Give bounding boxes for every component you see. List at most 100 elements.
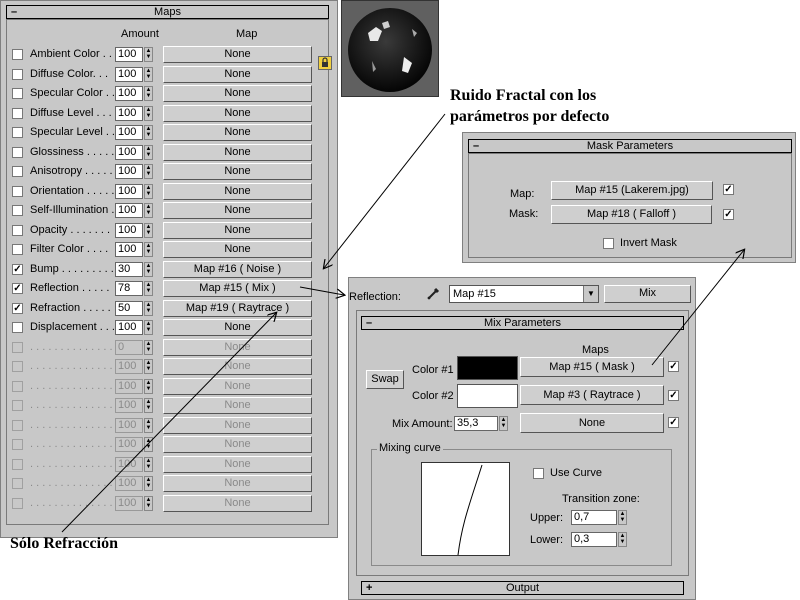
map-slot-button[interactable]: Map #16 ( Noise )	[163, 261, 312, 278]
map-amount-spinner[interactable]: ▲ ▼	[144, 281, 153, 296]
map-slot-button[interactable]: None	[163, 183, 312, 200]
map-slot-button[interactable]: None	[163, 456, 312, 473]
mix-amount-spinner[interactable]: ▲ ▼	[499, 416, 508, 431]
color1-map-checkbox[interactable]: ✓	[668, 361, 679, 372]
map-enable-checkbox[interactable]	[12, 49, 23, 60]
map-enable-checkbox[interactable]	[12, 478, 23, 489]
output-rollout-header[interactable]: + Output	[361, 581, 684, 595]
map-amount-spinner[interactable]: ▲ ▼	[144, 359, 153, 374]
mix-amount-field[interactable]: 35,3	[454, 416, 498, 431]
map-amount-field[interactable]: 100	[115, 496, 143, 511]
mask-rollout-header[interactable]: – Mask Parameters	[468, 139, 792, 153]
upper-field[interactable]: 0,7	[571, 510, 617, 525]
map-enable-checkbox[interactable]	[12, 400, 23, 411]
map-slot-button[interactable]: None	[163, 105, 312, 122]
map-enable-checkbox[interactable]	[12, 459, 23, 470]
map-slot-button[interactable]: None	[163, 124, 312, 141]
use-curve-checkbox[interactable]	[533, 468, 544, 479]
map-amount-spinner[interactable]: ▲ ▼	[144, 496, 153, 511]
map-slot-button[interactable]: None	[163, 163, 312, 180]
map-slot-button[interactable]: None	[163, 417, 312, 434]
map-amount-spinner[interactable]: ▲ ▼	[144, 242, 153, 257]
map-amount-field[interactable]: 100	[115, 379, 143, 394]
map-slot-button[interactable]: Map #15 ( Mix )	[163, 280, 312, 297]
lower-spinner[interactable]: ▲ ▼	[618, 532, 627, 547]
map-enable-checkbox[interactable]	[12, 381, 23, 392]
map-amount-spinner[interactable]: ▲ ▼	[144, 262, 153, 277]
mask-map-button[interactable]: Map #15 (Lakerem.jpg)	[551, 181, 713, 200]
map-amount-spinner[interactable]: ▲ ▼	[144, 203, 153, 218]
map-enable-checkbox[interactable]	[12, 69, 23, 80]
color1-swatch[interactable]	[457, 356, 518, 380]
map-enable-checkbox[interactable]: ✓	[12, 264, 23, 275]
map-amount-field[interactable]: 100	[115, 320, 143, 335]
map-slot-button[interactable]: None	[163, 397, 312, 414]
map-amount-spinner[interactable]: ▲ ▼	[144, 106, 153, 121]
swap-button[interactable]: Swap	[366, 370, 404, 389]
color2-map-checkbox[interactable]: ✓	[668, 390, 679, 401]
map-slot-button[interactable]: Map #19 ( Raytrace )	[163, 300, 312, 317]
map-enable-checkbox[interactable]	[12, 439, 23, 450]
map-amount-field[interactable]: 100	[115, 164, 143, 179]
map-slot-button[interactable]: None	[163, 378, 312, 395]
map-amount-field[interactable]: 100	[115, 47, 143, 62]
map-amount-field[interactable]: 100	[115, 223, 143, 238]
map-amount-field[interactable]: 100	[115, 184, 143, 199]
map-amount-spinner[interactable]: ▲ ▼	[144, 437, 153, 452]
map-amount-field[interactable]: 100	[115, 145, 143, 160]
map-amount-spinner[interactable]: ▲ ▼	[144, 223, 153, 238]
map-amount-spinner[interactable]: ▲ ▼	[144, 398, 153, 413]
color2-swatch[interactable]	[457, 384, 518, 408]
map-amount-spinner[interactable]: ▲ ▼	[144, 379, 153, 394]
lower-field[interactable]: 0,3	[571, 532, 617, 547]
map-slot-button[interactable]: None	[163, 241, 312, 258]
map-amount-field[interactable]: 100	[115, 86, 143, 101]
map-slot-button[interactable]: None	[163, 319, 312, 336]
map-amount-field[interactable]: 100	[115, 359, 143, 374]
map-amount-field[interactable]: 0	[115, 340, 143, 355]
map-amount-spinner[interactable]: ▲ ▼	[144, 418, 153, 433]
map-enable-checkbox[interactable]: ✓	[12, 283, 23, 294]
map-slot-button[interactable]: None	[163, 475, 312, 492]
map-enable-checkbox[interactable]	[12, 127, 23, 138]
map-slot-button[interactable]: None	[163, 144, 312, 161]
map-amount-field[interactable]: 100	[115, 242, 143, 257]
map-amount-spinner[interactable]: ▲ ▼	[144, 301, 153, 316]
map-enable-checkbox[interactable]	[12, 108, 23, 119]
map-enable-checkbox[interactable]: ✓	[12, 303, 23, 314]
map-enable-checkbox[interactable]	[12, 420, 23, 431]
map-enable-checkbox[interactable]	[12, 361, 23, 372]
mask-mask-checkbox[interactable]: ✓	[723, 209, 734, 220]
map-slot-button[interactable]: None	[163, 358, 312, 375]
invert-mask-checkbox[interactable]	[603, 238, 614, 249]
map-name-dropdown[interactable]: Map #15 ▼	[449, 285, 599, 303]
map-enable-checkbox[interactable]	[12, 342, 23, 353]
map-amount-spinner[interactable]: ▲ ▼	[144, 164, 153, 179]
mix-amount-map-checkbox[interactable]: ✓	[668, 417, 679, 428]
map-enable-checkbox[interactable]	[12, 147, 23, 158]
lock-icon[interactable]	[318, 56, 332, 70]
map-slot-button[interactable]: None	[163, 495, 312, 512]
map-amount-spinner[interactable]: ▲ ▼	[144, 145, 153, 160]
map-amount-field[interactable]: 100	[115, 418, 143, 433]
map-slot-button[interactable]: None	[163, 339, 312, 356]
map-amount-spinner[interactable]: ▲ ▼	[144, 476, 153, 491]
map-amount-field[interactable]: 100	[115, 398, 143, 413]
map-amount-field[interactable]: 100	[115, 457, 143, 472]
map-enable-checkbox[interactable]	[12, 498, 23, 509]
map-amount-field[interactable]: 100	[115, 125, 143, 140]
map-amount-field[interactable]: 100	[115, 106, 143, 121]
map-enable-checkbox[interactable]	[12, 322, 23, 333]
map-slot-button[interactable]: None	[163, 436, 312, 453]
map-enable-checkbox[interactable]	[12, 205, 23, 216]
map-amount-spinner[interactable]: ▲ ▼	[144, 457, 153, 472]
dropdown-arrow-icon[interactable]: ▼	[583, 286, 598, 302]
color1-map-button[interactable]: Map #15 ( Mask )	[520, 357, 664, 377]
map-slot-button[interactable]: None	[163, 202, 312, 219]
map-type-button[interactable]: Mix	[604, 285, 691, 303]
map-enable-checkbox[interactable]	[12, 186, 23, 197]
map-amount-spinner[interactable]: ▲ ▼	[144, 125, 153, 140]
mask-map-checkbox[interactable]: ✓	[723, 184, 734, 195]
map-amount-spinner[interactable]: ▲ ▼	[144, 340, 153, 355]
map-enable-checkbox[interactable]	[12, 166, 23, 177]
